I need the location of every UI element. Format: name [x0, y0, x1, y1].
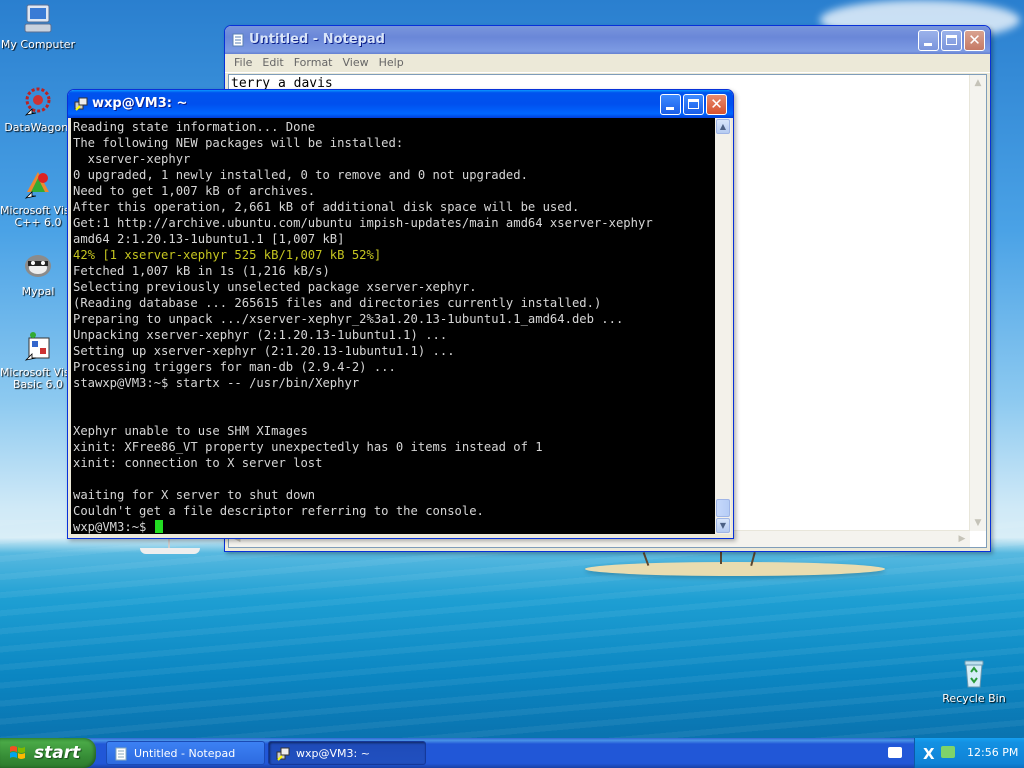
terminal-line: xinit: XFree86_VT property unexpectedly … [73, 440, 543, 454]
notepad-icon [231, 33, 245, 47]
menu-view[interactable]: View [338, 54, 374, 71]
palm-tree [720, 550, 722, 564]
desktop-icon-datawagon[interactable]: DataWagon. [0, 85, 76, 134]
terminal-output[interactable]: Reading state information... Done The fol… [71, 118, 715, 534]
text-cursor [154, 520, 163, 533]
xming-icon[interactable]: X [923, 745, 935, 763]
notepad-icon [114, 747, 128, 761]
terminal-line: waiting for X server to shut down [73, 488, 316, 502]
scroll-down-icon[interactable]: ▼ [970, 515, 986, 531]
desktop-icon-visual-basic[interactable]: Microsoft Visu Basic 6.0 [0, 330, 76, 391]
sailboat [140, 530, 200, 554]
terminal-line: Processing triggers for man-db (2.9.4-2)… [73, 360, 396, 374]
terminal-window[interactable]: wxp@VM3: ~ ✕ Reading state information..… [67, 89, 734, 539]
taskbar: start Untitled - Notepad wxp@VM3: ~ X 12… [0, 738, 1024, 768]
menu-file[interactable]: File [229, 54, 257, 71]
putty-terminal-icon [74, 97, 88, 111]
scroll-up-icon[interactable]: ▲ [716, 119, 730, 134]
minimize-button[interactable] [918, 30, 939, 51]
maximize-icon [946, 35, 957, 45]
terminal-line: Need to get 1,007 kB of archives. [73, 184, 316, 198]
terminal-line: Get:1 http://archive.ubuntu.com/ubuntu i… [73, 216, 653, 230]
menu-bar: File Edit Format View Help [225, 54, 990, 73]
minimize-button[interactable] [660, 94, 681, 115]
terminal-icon [276, 747, 290, 761]
terminal-prompt: wxp@VM3:~$ [73, 519, 163, 534]
window-title: wxp@VM3: ~ [92, 96, 188, 111]
menu-help[interactable]: Help [374, 54, 409, 71]
close-button[interactable]: ✕ [706, 94, 727, 115]
network-icon[interactable] [941, 746, 955, 758]
desktop-icon-mypal[interactable]: Mypal [0, 249, 76, 298]
system-tray: X 12:56 PM [914, 738, 1024, 768]
maximize-icon [688, 99, 699, 109]
terminal-line: Setting up xserver-xephyr (2:1.20.13-1ub… [73, 344, 455, 358]
notepad-titlebar[interactable]: Untitled - Notepad ✕ [225, 26, 990, 54]
taskbar-item-terminal[interactable]: wxp@VM3: ~ [268, 741, 426, 765]
terminal-line: Preparing to unpack .../xserver-xephyr_2… [73, 312, 624, 326]
terminal-scrollbar[interactable]: ▲ ▼ [715, 118, 731, 534]
terminal-line: amd64 2:1.20.13-1ubuntu1.1 [1,007 kB] [73, 232, 345, 246]
close-button[interactable]: ✕ [964, 30, 985, 51]
terminal-line: Fetched 1,007 kB in 1s (1,216 kB/s) [73, 264, 330, 278]
desktop-icon-my-computer[interactable]: My Computer [0, 2, 76, 51]
terminal-line: 0 upgraded, 1 newly installed, 0 to remo… [73, 168, 528, 182]
visual-cpp-icon [21, 168, 55, 202]
scroll-down-icon[interactable]: ▼ [716, 518, 730, 533]
terminal-line: Couldn't get a file descriptor referring… [73, 504, 484, 518]
terminal-line: Selecting previously unselected package … [73, 280, 477, 294]
terminal-line: Reading state information... Done [73, 120, 316, 134]
terminal-line: xinit: connection to X server lost [73, 456, 323, 470]
keyboard-icon[interactable] [888, 747, 902, 758]
windows-logo-icon [9, 745, 26, 761]
taskbar-item-notepad[interactable]: Untitled - Notepad [106, 741, 265, 765]
my-computer-icon [21, 2, 55, 36]
terminal-line: 42% [1 xserver-xephyr 525 kB/1,007 kB 52… [73, 248, 382, 262]
recycle-bin-icon [957, 656, 991, 690]
terminal-line: stawxp@VM3:~$ startx -- /usr/bin/Xephyr [73, 376, 360, 390]
desktop-icon-visual-cpp[interactable]: Microsoft Visu C++ 6.0 [0, 168, 76, 229]
menu-edit[interactable]: Edit [257, 54, 288, 71]
terminal-line: After this operation, 2,661 kB of additi… [73, 200, 580, 214]
minimize-icon [924, 43, 932, 46]
datawagon-icon [21, 85, 55, 119]
terminal-line: The following NEW packages will be insta… [73, 136, 404, 150]
scroll-up-icon[interactable]: ▲ [970, 75, 986, 91]
close-icon: ✕ [710, 95, 723, 113]
terminal-titlebar[interactable]: wxp@VM3: ~ ✕ [68, 90, 733, 118]
terminal-line: Xephyr unable to use SHM XImages [73, 424, 308, 438]
scroll-thumb[interactable] [716, 499, 730, 517]
minimize-icon [666, 107, 674, 110]
window-title: Untitled - Notepad [249, 32, 385, 47]
vertical-scrollbar[interactable]: ▲ ▼ [969, 75, 986, 531]
close-icon: ✕ [968, 31, 981, 49]
start-button[interactable]: start [0, 738, 96, 768]
terminal-line: Unpacking xserver-xephyr (2:1.20.13-1ubu… [73, 328, 448, 342]
terminal-line: (Reading database ... 265615 files and d… [73, 296, 602, 310]
menu-format[interactable]: Format [289, 54, 338, 71]
island [585, 562, 885, 576]
visual-basic-icon [21, 330, 55, 364]
maximize-button[interactable] [683, 94, 704, 115]
desktop-icon-recycle-bin[interactable]: Recycle Bin [936, 656, 1012, 705]
terminal-line: xserver-xephyr [73, 152, 191, 166]
clock[interactable]: 12:56 PM [967, 746, 1018, 759]
maximize-button[interactable] [941, 30, 962, 51]
scroll-right-icon[interactable]: ▶ [954, 531, 970, 547]
mypal-icon [21, 249, 55, 283]
